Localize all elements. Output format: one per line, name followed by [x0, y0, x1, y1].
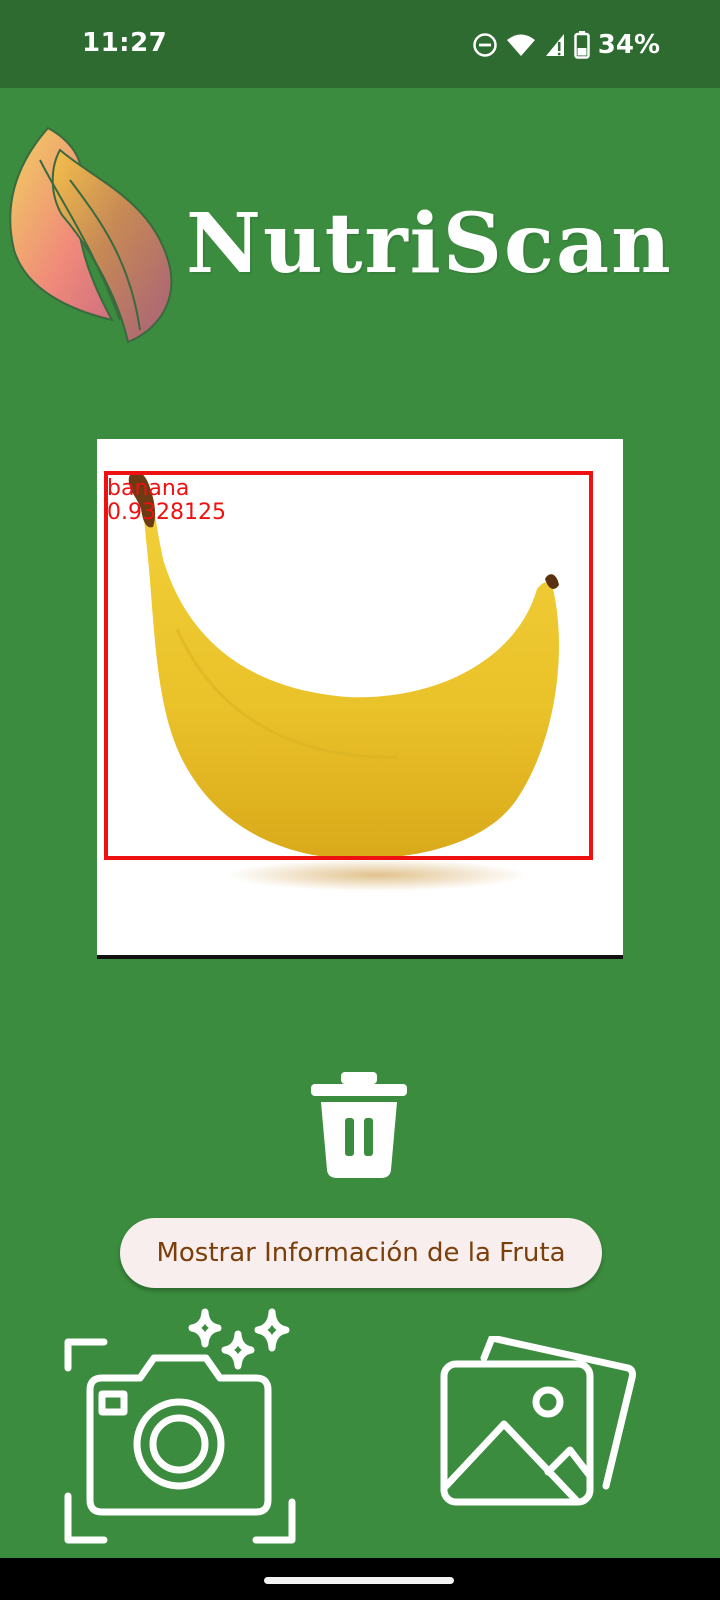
status-time: 11:27 [82, 28, 168, 58]
leaf-logo-icon [9, 126, 173, 344]
detection-image: banana 0.9328125 [97, 439, 623, 959]
gallery-icon [440, 1334, 636, 1506]
show-fruit-info-button[interactable]: Mostrar Información de la Fruta [120, 1218, 602, 1288]
battery-icon [574, 31, 590, 59]
status-bar: 11:27 34% [0, 0, 720, 88]
trash-icon [311, 1072, 407, 1178]
status-icons: 34% [472, 28, 660, 62]
detection-label: banana 0.9328125 [107, 477, 226, 525]
wifi-icon [506, 34, 535, 56]
navigation-bar [0, 1558, 720, 1600]
signal-icon [545, 34, 564, 56]
gallery-button[interactable] [440, 1334, 640, 1516]
app-logo: NutriScan [0, 120, 720, 360]
camera-sparkle-icon [64, 1308, 296, 1544]
home-handle[interactable] [264, 1577, 454, 1584]
detection-class: banana [107, 476, 190, 501]
detection-score: 0.9328125 [107, 500, 226, 525]
do-not-disturb-icon [473, 33, 497, 57]
battery-percent: 34% [597, 30, 660, 60]
delete-button[interactable] [311, 1072, 407, 1178]
app-name: NutriScan [186, 196, 673, 292]
camera-button[interactable] [60, 1306, 300, 1550]
